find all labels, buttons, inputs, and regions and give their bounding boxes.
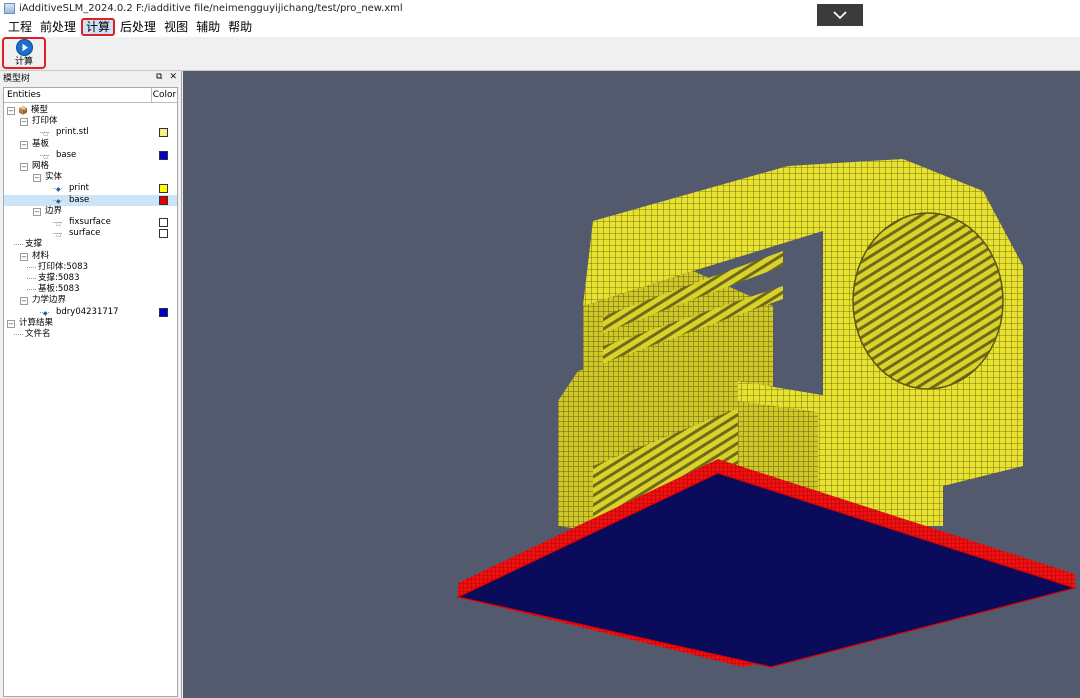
tree-item-label: 网格	[32, 161, 50, 171]
ribbon-collapse-button[interactable]	[817, 4, 863, 26]
tree-connector	[14, 334, 23, 335]
tree-item-label: 力学边界	[32, 295, 67, 306]
color-swatch[interactable]	[159, 218, 168, 227]
tree-connector	[27, 266, 36, 268]
tree-item-label: 基板:5083	[38, 284, 80, 295]
color-swatch[interactable]	[159, 307, 168, 317]
tree-item[interactable]: 文件名	[4, 329, 177, 340]
menu-postprocess[interactable]: 后处理	[116, 18, 160, 36]
tree-item-label: 边界	[45, 205, 63, 216]
tree-item-label: surface	[69, 228, 101, 239]
chevron-down-icon	[833, 11, 847, 19]
tree-item-label: 材料	[32, 250, 50, 261]
dock-title-bar: 模型树 ⧉ ✕	[0, 71, 181, 84]
menu-compute[interactable]: 计算	[81, 18, 116, 36]
tree-expander-icon[interactable]: −	[20, 163, 28, 171]
tree-item[interactable]: 支撑	[4, 239, 177, 250]
base-plate[interactable]	[456, 459, 1078, 668]
menu-bar: 工程 前处理 计算 后处理 视图 辅助 帮助	[0, 17, 1080, 37]
window-title: iAdditiveSLM_2024.0.2 F:/iadditive file/…	[19, 3, 403, 14]
tree-item-label: print.stl	[56, 127, 89, 138]
3d-viewport[interactable]	[183, 71, 1080, 698]
tree-expander-icon[interactable]: −	[33, 174, 41, 183]
tree-item-label: 打印体:5083	[38, 261, 88, 272]
tree-item[interactable]: − 计算结果	[4, 318, 177, 329]
tree-item-label: print	[69, 183, 89, 194]
tree-item[interactable]: ◆ base	[4, 194, 177, 206]
tree-item[interactable]: − 网格	[4, 161, 177, 172]
tree-item[interactable]: − 边界	[4, 206, 177, 217]
color-swatch[interactable]	[159, 128, 168, 138]
toolbar: 计算	[0, 37, 1080, 71]
tree-item[interactable]: 基板:5083	[4, 284, 177, 295]
app-icon	[4, 3, 15, 14]
tree-item-label: fixsurface	[69, 217, 111, 227]
menu-assist[interactable]: 辅助	[192, 18, 224, 36]
tree-connector	[14, 244, 23, 246]
column-header-entities[interactable]: Entities	[4, 88, 152, 102]
tree-item[interactable]: − 实体	[4, 172, 177, 183]
tree-item[interactable]: ▫ surface	[4, 228, 177, 239]
tree-expander-icon[interactable]: −	[33, 207, 41, 216]
tree-connector	[27, 289, 36, 291]
model-icon: 📦	[18, 106, 28, 115]
tree-connector	[27, 278, 36, 279]
tree-item-label: 模型	[31, 105, 49, 115]
tree-item-label: 实体	[45, 172, 63, 183]
tree-item-label: 打印体	[32, 116, 58, 127]
tree-item[interactable]: ▫ base	[4, 150, 177, 161]
tree-item[interactable]: − 打印体	[4, 116, 177, 127]
tree-expander-icon[interactable]: −	[20, 140, 28, 149]
column-header-color[interactable]: Color	[152, 88, 177, 102]
tree-expander-icon[interactable]: −	[20, 297, 28, 306]
tree-item-label: bdry04231717	[56, 306, 119, 317]
tree-item-label: 支撑:5083	[38, 273, 80, 283]
tree-item[interactable]: − 材料	[4, 251, 177, 262]
tree-item[interactable]: − 📦 模型	[4, 105, 177, 116]
tree-expander-icon[interactable]: −	[20, 252, 28, 261]
tree-item[interactable]: − 基板	[4, 139, 177, 150]
tree-item[interactable]: 支撑:5083	[4, 273, 177, 284]
tree-expander-icon[interactable]: −	[7, 107, 15, 115]
tree-item-label: 计算结果	[19, 317, 54, 328]
menu-project[interactable]: 工程	[4, 18, 36, 36]
tree-item-label: base	[56, 149, 77, 160]
color-swatch[interactable]	[159, 229, 168, 239]
tree-item[interactable]: ◆ bdry04231717	[4, 307, 177, 318]
tree-item[interactable]: ▫ fixsurface	[4, 217, 177, 228]
menu-help[interactable]: 帮助	[224, 18, 256, 36]
compute-button[interactable]: 计算	[2, 37, 46, 69]
color-swatch[interactable]	[159, 195, 168, 205]
title-bar: iAdditiveSLM_2024.0.2 F:/iadditive file/…	[0, 0, 1080, 18]
mesh-view[interactable]	[183, 71, 1080, 698]
tree-item[interactable]: − 力学边界	[4, 295, 177, 306]
tree-item[interactable]: ▫ print.stl	[4, 127, 177, 138]
menu-view[interactable]: 视图	[160, 18, 192, 36]
tree-item[interactable]: ◆ print	[4, 183, 177, 194]
model-tree: Entities Color − 📦 模型 − 打印体 ▫ print.stl − 基板 ▫ bas…	[3, 87, 178, 697]
tree-expander-icon[interactable]: −	[20, 118, 28, 127]
tree-expander-icon[interactable]: −	[7, 319, 15, 328]
restore-icon[interactable]: ⧉	[156, 72, 162, 82]
tree-header: Entities Color	[4, 88, 177, 103]
dock-title: 模型树	[3, 73, 31, 84]
tree-item-label: 基板	[32, 138, 50, 149]
play-icon	[15, 39, 33, 56]
model-tree-dock: 模型树 ⧉ ✕ Entities Color − 📦 模型 − 打印体 ▫ print.st…	[0, 71, 182, 698]
compute-button-label: 计算	[14, 57, 33, 67]
color-swatch[interactable]	[159, 184, 168, 194]
menu-preprocess[interactable]: 前处理	[36, 18, 80, 36]
tree-item-label: 文件名	[25, 329, 51, 339]
tree-item-label: 支撑	[25, 239, 43, 250]
color-swatch[interactable]	[159, 150, 168, 160]
tree-item-label: base	[69, 194, 90, 205]
tree-item[interactable]: 打印体:5083	[4, 262, 177, 273]
close-icon[interactable]: ✕	[169, 72, 177, 82]
